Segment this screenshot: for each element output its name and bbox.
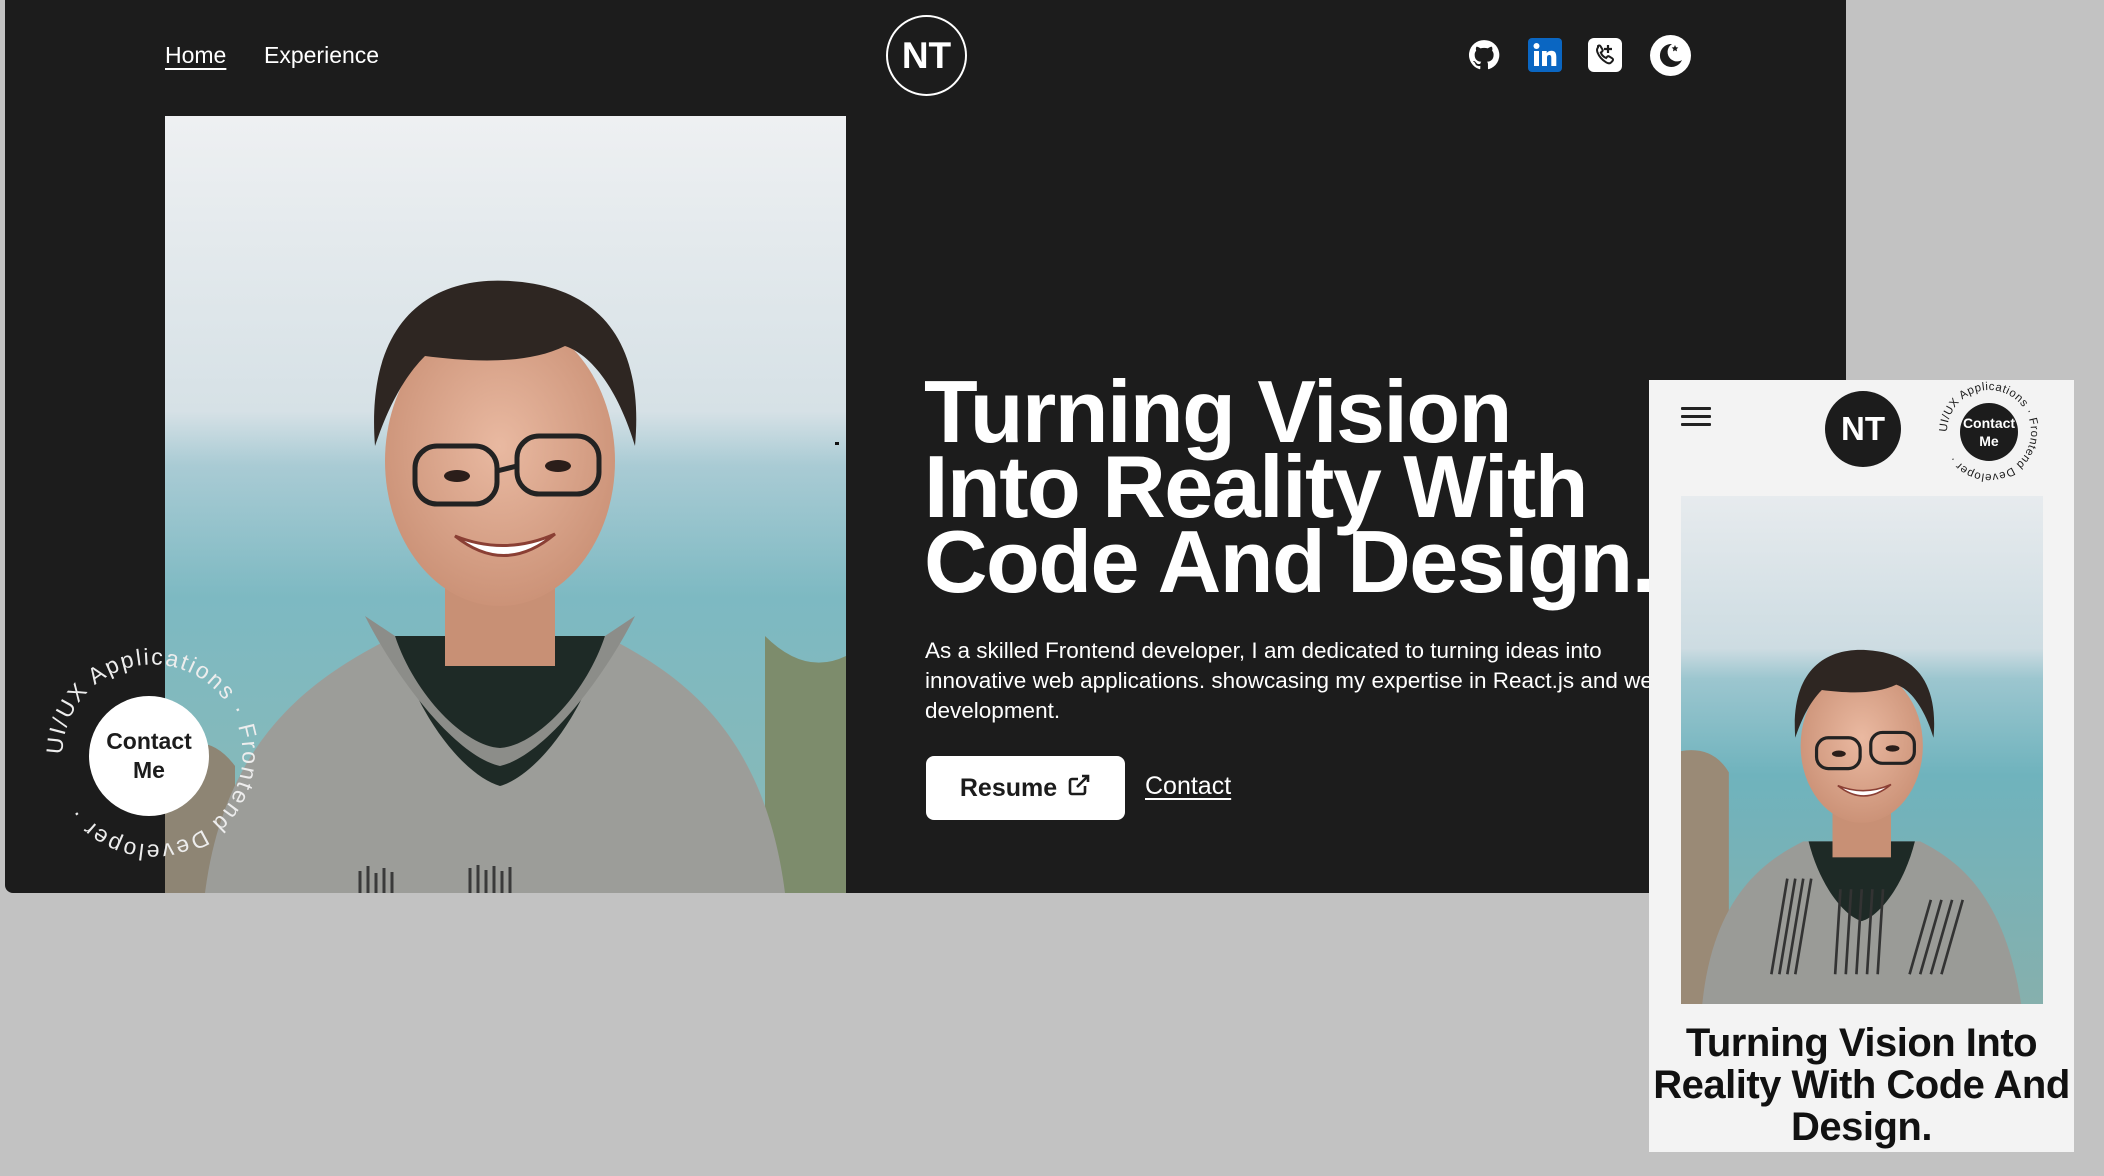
- resume-label: Resume: [959, 773, 1058, 802]
- external-link-icon: [1067, 773, 1091, 804]
- mobile-contact-me-button[interactable]: Contact Me: [1960, 403, 2018, 461]
- desktop-view: Home Experience NT I/UX Applications · F…: [5, 0, 1846, 893]
- mobile-hero-title: Turning Vision Into Reality With Code An…: [1653, 1021, 2070, 1149]
- stray-dot: [835, 442, 839, 445]
- hero-description: As a skilled Frontend developer, I am de…: [925, 638, 1666, 723]
- mobile-badge-line1: Contact: [1962, 415, 2016, 431]
- github-icon[interactable]: [1467, 38, 1501, 72]
- mobile-contact-badge[interactable]: UI/UX Applications · Frontend Developer …: [1937, 380, 2041, 484]
- theme-toggle-icon[interactable]: [1650, 35, 1691, 76]
- profile-photo: [165, 116, 846, 893]
- resume-button[interactable]: Resume: [926, 756, 1125, 820]
- nav-home-link[interactable]: Home: [165, 42, 226, 69]
- linkedin-icon[interactable]: [1528, 38, 1562, 72]
- mobile-logo[interactable]: NT: [1825, 391, 1901, 467]
- contact-link[interactable]: Contact: [1145, 772, 1231, 801]
- mobile-badge-line2: Me: [1979, 433, 1999, 449]
- phone-icon[interactable]: [1588, 38, 1622, 72]
- contact-badge[interactable]: UI/UX Applications · Frontend Developer …: [45, 647, 260, 862]
- hero-title: Turning Vision Into Reality With Code An…: [924, 362, 1656, 611]
- nav-experience-link[interactable]: Experience: [264, 42, 379, 69]
- mobile-profile-photo: [1681, 496, 2043, 1004]
- contact-me-button[interactable]: Contact Me: [89, 696, 209, 816]
- hamburger-menu-icon[interactable]: [1681, 407, 1711, 427]
- badge-line1: Contact: [106, 728, 192, 754]
- mobile-view: NT UI/UX Applications · Frontend Develop…: [1649, 380, 2074, 1152]
- badge-line2: Me: [133, 757, 165, 783]
- logo[interactable]: NT: [886, 15, 967, 96]
